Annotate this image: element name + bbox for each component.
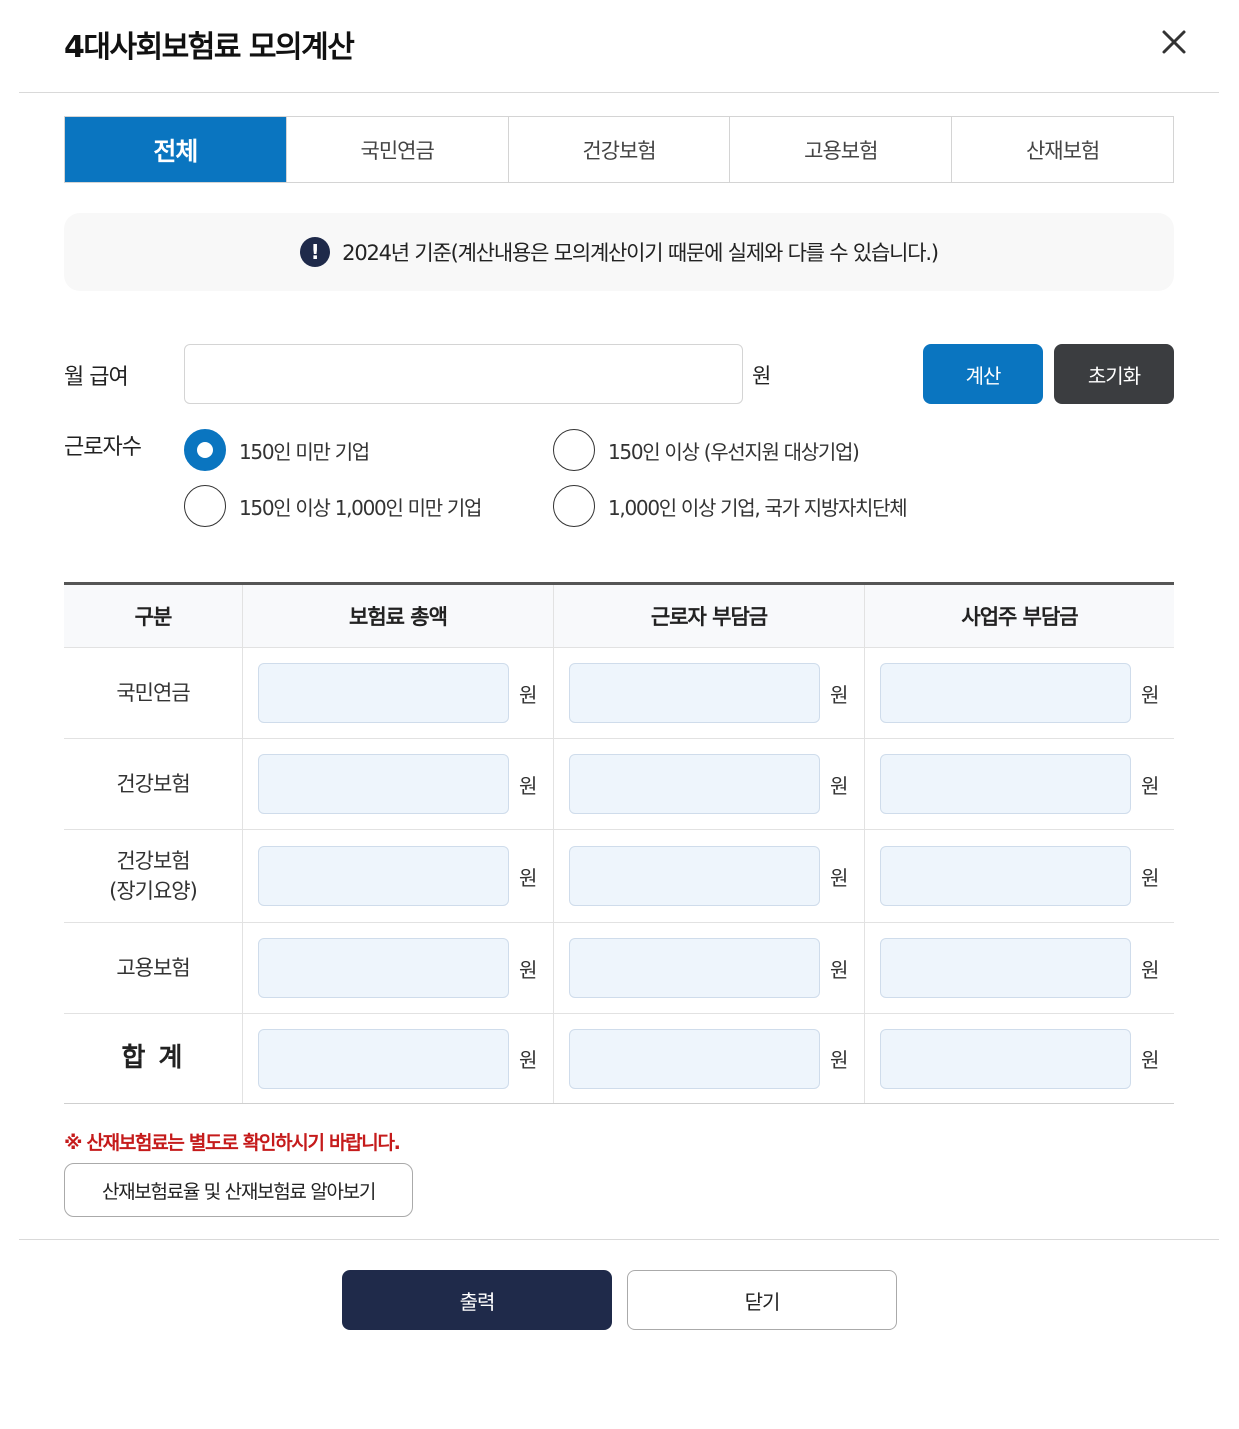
- row-label: 국민연금: [116, 680, 190, 705]
- unit: 원: [1141, 682, 1160, 707]
- radio-150-priority[interactable]: 150인 이상 (우선지원 대상기업): [553, 429, 860, 471]
- result-field[interactable]: [880, 938, 1131, 998]
- salary-unit: 원: [752, 364, 771, 388]
- result-field[interactable]: [258, 846, 509, 906]
- result-field[interactable]: [880, 754, 1131, 814]
- exclamation-icon: !: [300, 237, 331, 267]
- radio-label: 150인 미만 기업: [239, 439, 370, 464]
- footer-divider: [19, 1239, 1219, 1240]
- unit: 원: [519, 865, 538, 890]
- result-field[interactable]: [569, 754, 820, 814]
- salary-label: 월 급여: [64, 365, 129, 390]
- result-field[interactable]: [569, 663, 820, 723]
- result-field[interactable]: [569, 846, 820, 906]
- radio-label: 1,000인 이상 기업, 국가 지방자치단체: [608, 495, 908, 520]
- notice-text: 2024년 기준(계산내용은 모의계산이기 때문에 실제와 다를 수 있습니다.…: [342, 241, 939, 265]
- unit: 원: [830, 1048, 849, 1072]
- radio-150-to-1000[interactable]: 150인 이상 1,000인 미만 기업: [184, 485, 482, 527]
- header-employee-share: 근로자 부담금: [553, 585, 864, 647]
- print-button[interactable]: 출력: [342, 1270, 612, 1330]
- radio-under-150[interactable]: 150인 미만 기업: [184, 429, 370, 471]
- radio-unchecked-icon: [553, 485, 595, 527]
- tab-health-insurance[interactable]: 건강보험: [507, 117, 730, 182]
- tab-industrial-accident-insurance[interactable]: 산재보험: [951, 117, 1173, 182]
- table-row: 고용보험 원 원 원: [64, 922, 1174, 1013]
- row-label: 건강보험: [116, 771, 190, 796]
- radio-unchecked-icon: [553, 429, 595, 471]
- notice-box: ! 2024년 기준(계산내용은 모의계산이기 때문에 실제와 다를 수 있습니…: [64, 213, 1174, 291]
- total-field[interactable]: [880, 1028, 1131, 1089]
- unit: 원: [830, 773, 849, 798]
- close-dialog-button[interactable]: 닫기: [627, 1270, 897, 1330]
- header-total-premium: 보험료 총액: [242, 585, 553, 647]
- calculate-button[interactable]: 계산: [923, 344, 1043, 404]
- close-button[interactable]: [1156, 24, 1192, 60]
- unit: 원: [519, 773, 538, 798]
- industrial-accident-info-button[interactable]: 산재보험료율 및 산재보험료 알아보기: [64, 1163, 413, 1217]
- reset-button[interactable]: 초기화: [1054, 344, 1174, 404]
- result-field[interactable]: [258, 754, 509, 814]
- radio-checked-icon: [184, 429, 226, 471]
- radio-label: 150인 이상 1,000인 미만 기업: [239, 495, 482, 520]
- result-field[interactable]: [258, 938, 509, 998]
- table-total-row: 합 계 원 원 원: [64, 1013, 1174, 1103]
- result-field[interactable]: [569, 938, 820, 998]
- salary-input[interactable]: [184, 344, 743, 404]
- workers-label: 근로자수: [64, 435, 142, 460]
- header-divider: [19, 92, 1219, 93]
- unit: 원: [830, 865, 849, 890]
- dialog-header: 4대사회보험료 모의계산: [0, 0, 1239, 93]
- tab-all[interactable]: 전체: [65, 117, 286, 182]
- header-employer-share: 사업주 부담금: [864, 585, 1174, 647]
- header-category: 구분: [134, 605, 173, 629]
- table-row: 건강보험 원 원 원: [64, 738, 1174, 829]
- unit: 원: [830, 682, 849, 707]
- radio-over-1000[interactable]: 1,000인 이상 기업, 국가 지방자치단체: [553, 485, 908, 527]
- table-row: 국민연금 원 원 원: [64, 647, 1174, 738]
- unit: 원: [519, 957, 538, 982]
- warning-text: ※ 산재보험료는 별도로 확인하시기 바랍니다.: [64, 1132, 401, 1154]
- unit: 원: [1141, 957, 1160, 982]
- result-table: 구분 보험료 총액 근로자 부담금 사업주 부담금 국민연금 원 원 원 건강보…: [64, 582, 1174, 1104]
- total-field[interactable]: [569, 1028, 820, 1089]
- result-field[interactable]: [880, 663, 1131, 723]
- radio-unchecked-icon: [184, 485, 226, 527]
- unit: 원: [830, 957, 849, 982]
- unit: 원: [1141, 1048, 1160, 1072]
- unit: 원: [519, 1048, 538, 1072]
- unit: 원: [1141, 773, 1160, 798]
- total-field[interactable]: [258, 1028, 509, 1089]
- tab-national-pension[interactable]: 국민연금: [285, 117, 508, 182]
- unit: 원: [519, 682, 538, 707]
- table-header-row: 구분 보험료 총액 근로자 부담금 사업주 부담금: [64, 585, 1174, 647]
- row-label: 건강보험 (장기요양): [109, 848, 198, 903]
- row-label: 고용보험: [116, 955, 190, 980]
- result-field[interactable]: [880, 846, 1131, 906]
- total-label: 합 계: [121, 1042, 185, 1073]
- close-icon: [1162, 30, 1186, 54]
- radio-label: 150인 이상 (우선지원 대상기업): [608, 439, 860, 464]
- table-row: 건강보험 (장기요양) 원 원 원: [64, 829, 1174, 922]
- insurance-tabs: 전체 국민연금 건강보험 고용보험 산재보험: [64, 116, 1174, 183]
- result-field[interactable]: [258, 663, 509, 723]
- dialog-title: 4대사회보험료 모의계산: [64, 30, 355, 65]
- tab-employment-insurance[interactable]: 고용보험: [729, 117, 952, 182]
- unit: 원: [1141, 865, 1160, 890]
